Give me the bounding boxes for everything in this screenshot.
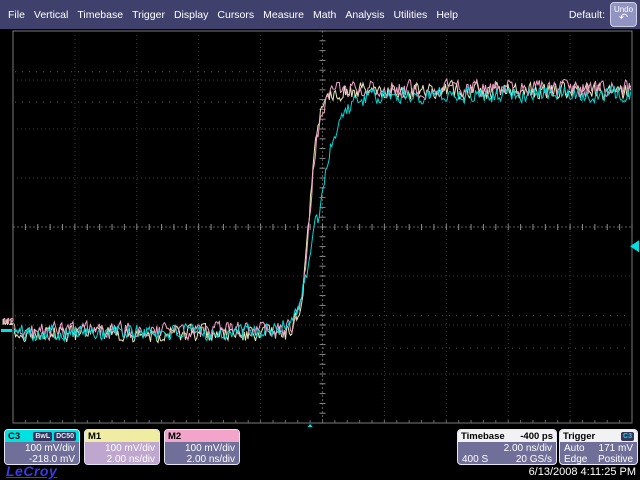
trigger-descriptor-box[interactable]: Trigger C3 Auto 171 mV Edge Positive (559, 429, 638, 465)
trigger-header: Trigger C3 (560, 430, 637, 442)
undo-arrow-icon: ↶ (619, 13, 628, 24)
trigger-row-label: Edge (564, 454, 587, 465)
channel-badge-dc50: DC50 (54, 432, 76, 441)
channel-header-m2: M2 (165, 430, 239, 442)
scope-graticule: M1M2 (0, 29, 640, 433)
channel-settings: 100 mV/div2.00 ns/div (165, 442, 239, 465)
timebase-values: 2.00 ns/div 400 S 20 GS/s (458, 442, 556, 465)
menu-bar: File Vertical Timebase Trigger Display Cursor… (0, 0, 640, 29)
menu-item-math[interactable]: Math (313, 9, 336, 21)
datetime-display: 6/13/2008 4:11:25 PM (529, 466, 636, 478)
timebase-row-label: 400 S (462, 454, 488, 465)
channel-settings: 100 mV/div-218.0 mV (5, 442, 79, 465)
trigger-source-badge: C3 (621, 432, 634, 441)
channel-header-c3: C3 BwLDC50 (5, 430, 79, 442)
trigger-values: Auto 171 mV Edge Positive (560, 442, 637, 465)
menu-item-file[interactable]: File (8, 9, 25, 21)
menu-item-timebase[interactable]: Timebase (77, 9, 123, 21)
channel-box-m1[interactable]: M1100 mV/div2.00 ns/div (84, 429, 160, 465)
menu-item-display[interactable]: Display (174, 9, 208, 21)
channel-settings: 100 mV/div2.00 ns/div (85, 442, 159, 465)
channel-setting-value: 2.00 ns/div (187, 454, 235, 465)
menu-item-utilities[interactable]: Utilities (393, 9, 427, 21)
lecroy-logo: LeCroy (6, 463, 57, 479)
menu-item-analysis[interactable]: Analysis (345, 9, 384, 21)
trigger-level-marker[interactable] (630, 240, 639, 252)
channel-setting-value: 100 mV/div (105, 443, 155, 455)
undo-button[interactable]: Undo ↶ (610, 2, 637, 27)
channel-setting-value: 2.00 ns/div (107, 454, 155, 465)
channel-box-m2[interactable]: M2100 mV/div2.00 ns/div (164, 429, 240, 465)
status-bar: C3BwLDC50100 mV/div-218.0 mVM1100 mV/div… (0, 427, 640, 480)
channel-header-m1: M1 (85, 430, 159, 442)
channel-id-label: C3 (8, 431, 20, 442)
channel-id-label: M1 (88, 431, 101, 442)
timebase-row-value: 2.00 ns/div (504, 443, 552, 455)
timebase-row-value: 20 GS/s (516, 454, 552, 465)
menu-item-vertical[interactable]: Vertical (34, 9, 68, 21)
channel-box-c3[interactable]: C3 BwLDC50100 mV/div-218.0 mV (4, 429, 80, 465)
waveform-display: M1M2 (0, 29, 640, 433)
channel-setting-value: 100 mV/div (185, 443, 235, 455)
channel-badge-bwl: BwL (33, 432, 52, 441)
timebase-delay-value: -400 ps (520, 431, 553, 442)
trigger-row-label: Auto (564, 443, 585, 455)
edge-label-m2: M2 (3, 317, 15, 326)
channel-zero-marker[interactable] (1, 329, 12, 332)
channel-id-label: M2 (168, 431, 181, 442)
oscilloscope-screen: { "menu": { "items": ["File","Vertical",… (0, 0, 640, 480)
timebase-title: Timebase (461, 431, 505, 442)
menu-item-cursors[interactable]: Cursors (217, 9, 254, 21)
menu-item-trigger[interactable]: Trigger (132, 9, 165, 21)
timebase-descriptor-box[interactable]: Timebase -400 ps 2.00 ns/div 400 S 20 GS/s (457, 429, 557, 465)
trigger-title: Trigger (563, 431, 595, 442)
trigger-row-value: 171 mV (599, 443, 633, 455)
channel-setting-value: 100 mV/div (25, 443, 75, 455)
menu-item-help[interactable]: Help (436, 9, 458, 21)
timebase-header: Timebase -400 ps (458, 430, 556, 442)
menu-item-measure[interactable]: Measure (263, 9, 304, 21)
menu-items: File Vertical Timebase Trigger Display Cursor… (8, 9, 458, 21)
trigger-row-value: Positive (598, 454, 633, 465)
default-setup-label: Default: (569, 9, 605, 21)
